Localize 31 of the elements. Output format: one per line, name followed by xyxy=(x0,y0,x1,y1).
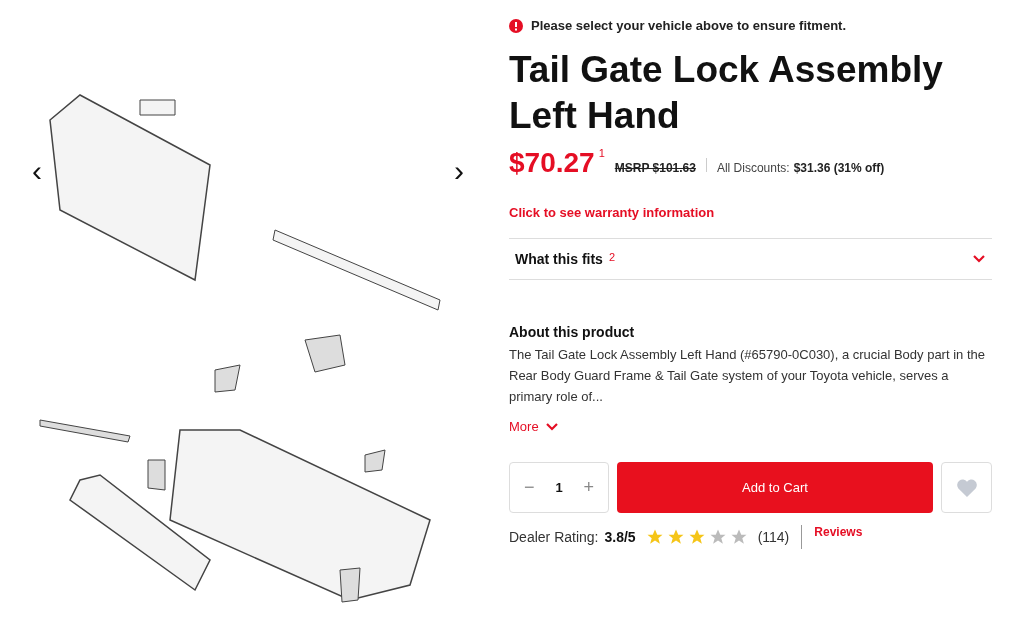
add-to-cart-button[interactable]: Add to Cart xyxy=(617,462,933,513)
star-icon xyxy=(666,528,685,546)
wishlist-button[interactable] xyxy=(941,462,992,513)
review-count: (114) xyxy=(757,529,790,545)
quantity-stepper[interactable]: − 1 + xyxy=(509,462,609,513)
next-button[interactable]: › xyxy=(448,156,470,186)
msrp-price: MSRP $101.63 xyxy=(614,161,696,175)
footnote-mark: 1 xyxy=(598,147,605,159)
product-title: Tail Gate Lock Assembly Left Hand xyxy=(509,48,944,138)
warranty-link[interactable]: Click to see warranty information xyxy=(509,205,715,220)
more-link[interactable]: More xyxy=(509,419,559,434)
price: $70.27 xyxy=(509,147,595,179)
discounts-value: $31.36 (31% off) xyxy=(793,161,885,175)
reviews-link[interactable]: Reviews xyxy=(814,525,863,539)
fits-accordion[interactable]: What this fits 2 xyxy=(509,238,992,280)
rating-value: 3.8/5 xyxy=(604,529,636,545)
star-icon xyxy=(708,528,727,546)
discounts-label: All Discounts: xyxy=(716,161,790,175)
decrease-button[interactable]: − xyxy=(520,477,539,498)
alert-icon xyxy=(509,18,523,33)
heart-icon xyxy=(955,477,978,498)
star-icon xyxy=(687,528,706,546)
product-description: The Tail Gate Lock Assembly Left Hand (#65790-0C030), a crucial Body part in the Rear Body Guard Frame & Tail Gate system of your Toyota vehicle, serves a primary role of... xyxy=(509,346,986,406)
star-icon xyxy=(645,528,664,546)
rating-label: Dealer Rating: xyxy=(509,529,599,545)
fitment-message: Please select your vehicle above to ensure fitment. xyxy=(531,18,846,33)
increase-button[interactable]: + xyxy=(579,477,598,498)
star-icon xyxy=(729,528,748,546)
quantity-value: 1 xyxy=(555,480,563,495)
previous-button[interactable]: ‹ xyxy=(26,156,48,186)
about-heading: About this product xyxy=(509,324,636,340)
